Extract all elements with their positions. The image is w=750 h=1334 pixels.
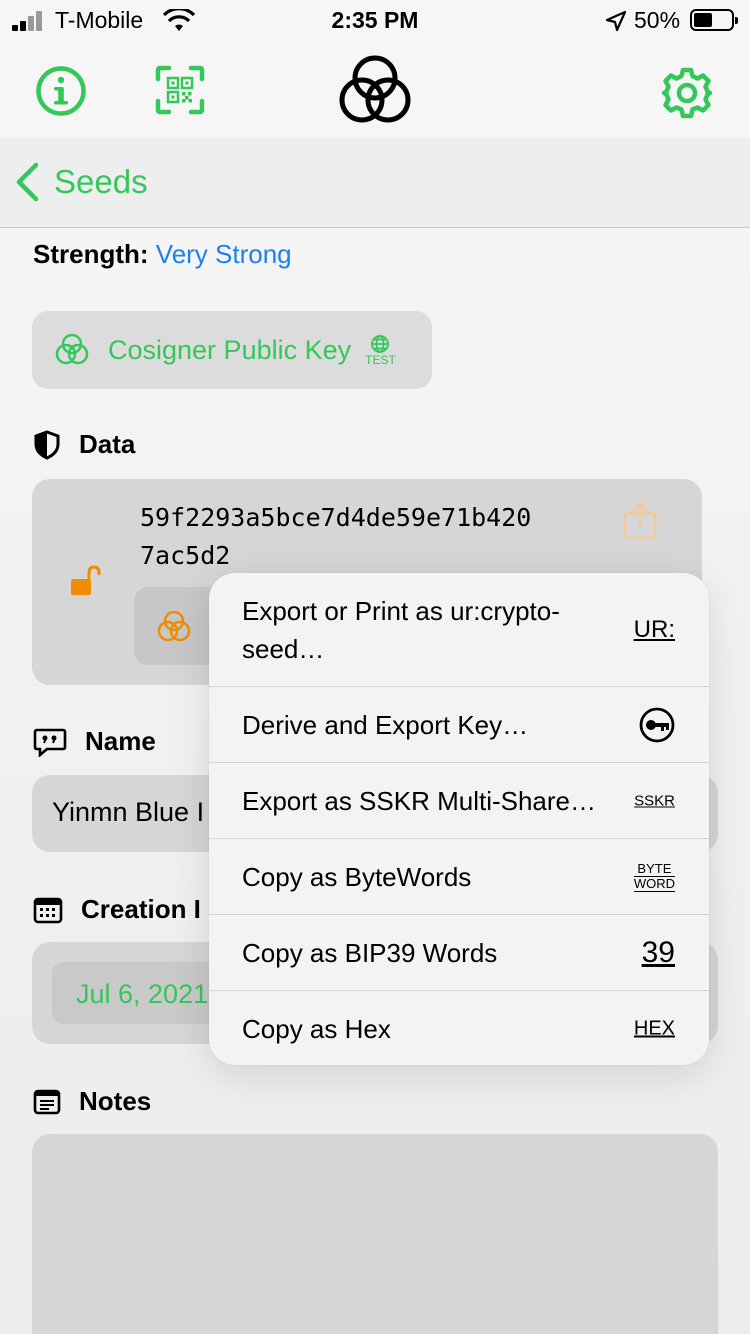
creation-section-title: Creation I (81, 894, 201, 924)
qr-scan-icon[interactable] (155, 65, 205, 115)
name-section-title: Name (85, 726, 156, 756)
sskr-icon: SSKR (634, 792, 675, 809)
app-logo-icon (339, 55, 411, 123)
back-button[interactable]: Seeds (14, 162, 148, 202)
menu-item-copy-bip39[interactable]: Copy as BIP39 Words 39 (209, 914, 709, 990)
name-section-header: Name (33, 726, 156, 757)
strength-label: Strength: (33, 239, 149, 269)
settings-gear-icon[interactable] (660, 66, 714, 120)
data-section-title: Data (79, 429, 136, 459)
creation-section-header: Creation I (33, 894, 201, 925)
chevron-left-icon (16, 162, 39, 202)
export-context-menu: Export or Print as ur:crypto-seed… UR: D… (209, 573, 709, 1065)
test-badge: TEST (365, 353, 396, 367)
info-icon[interactable] (35, 65, 87, 117)
seed-logo-icon (157, 610, 191, 642)
strength-row: Strength: Very Strong (33, 239, 292, 270)
name-value: Yinmn Blue I (52, 797, 205, 827)
back-label: Seeds (54, 163, 148, 200)
cosigner-label: Cosigner Public Key (108, 334, 352, 365)
battery-icon (690, 9, 738, 31)
cosigner-public-key-button[interactable]: Cosigner Public Key TEST (32, 311, 432, 389)
ur-icon: UR: (633, 615, 675, 643)
hex-icon: HEX (633, 1017, 675, 1039)
testnet-globe-icon: TEST (365, 334, 396, 366)
share-icon[interactable] (622, 501, 658, 541)
quote-bubble-icon (33, 728, 67, 757)
bip39-icon: 39 (641, 935, 675, 969)
key-icon (639, 707, 675, 742)
menu-item-copy-hex[interactable]: Copy as Hex HEX (209, 990, 709, 1065)
notes-section-header: Notes (33, 1086, 151, 1117)
data-section-header: Data (33, 429, 135, 460)
shield-icon (34, 429, 60, 460)
menu-item-derive-key[interactable]: Derive and Export Key… (209, 686, 709, 762)
notes-section-title: Notes (79, 1086, 152, 1116)
top-toolbar (0, 40, 750, 138)
bytewords-icon: BYTE WORD (633, 860, 675, 892)
location-icon (605, 10, 627, 32)
cosigner-logo-icon (55, 333, 89, 365)
menu-item-copy-bytewords[interactable]: Copy as ByteWords BYTE WORD (209, 838, 709, 914)
calendar-icon (33, 897, 63, 923)
unlocked-icon[interactable] (68, 565, 102, 601)
notes-field[interactable] (32, 1134, 718, 1334)
creation-date-value: Jul 6, 2021 (76, 979, 209, 1009)
notes-icon (33, 1089, 61, 1114)
menu-item-export-ur[interactable]: Export or Print as ur:crypto-seed… UR: (209, 573, 709, 686)
menu-item-export-sskr[interactable]: Export as SSKR Multi-Share… SSKR (209, 762, 709, 838)
battery-percent: 50% (634, 7, 681, 33)
strength-value: Very Strong (155, 239, 292, 269)
seed-hex[interactable]: 59f2293a5bce7d4de59e71b420 7ac5d2 (140, 499, 531, 575)
status-bar: T-Mobile 2:35 PM 50% (0, 0, 750, 40)
